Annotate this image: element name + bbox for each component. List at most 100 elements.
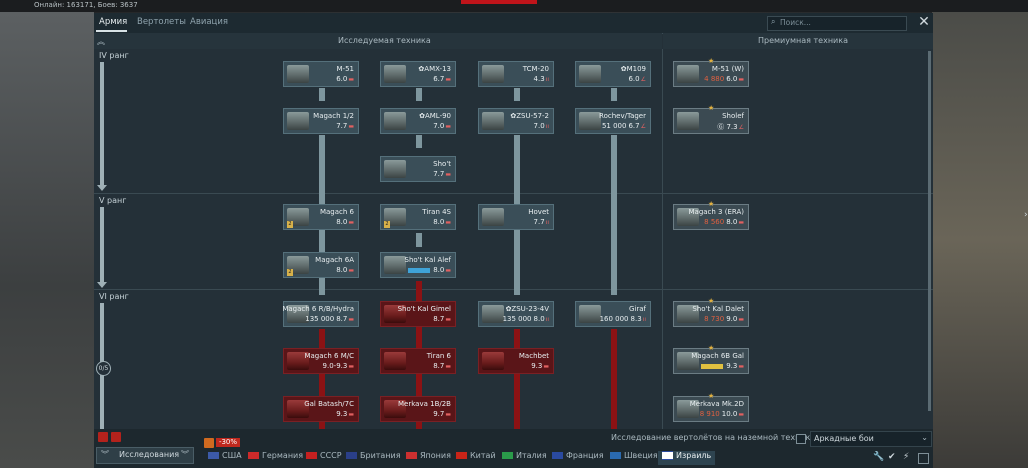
flag-icon	[208, 452, 219, 459]
squadron-icon[interactable]	[98, 432, 108, 442]
vehicle-card-magach6rbh[interactable]: Magach 6 R/B/Hydra 135 000 8.7▬	[282, 301, 359, 327]
vehicle-card-tiran6[interactable]: Tiran 6 8.7▬	[380, 348, 456, 374]
tree-connector	[319, 233, 325, 247]
vehicle-card-magach12[interactable]: Magach 1/2 7.7▬	[283, 108, 359, 134]
vehicle-card-m51w[interactable]: ★ M-51 (W) 4 880 6.0▬	[673, 57, 749, 87]
heli-research-checkbox[interactable]	[796, 434, 806, 444]
vehicle-card-m109[interactable]: ✿M109 6.0∠	[575, 61, 651, 87]
premium-icon: ★	[708, 392, 715, 400]
search-input[interactable]: ⌕ Поиск...	[767, 16, 907, 31]
clock-icon	[204, 438, 214, 448]
scrollbar[interactable]	[928, 51, 931, 411]
vehicle-card-shot[interactable]: Sho't 7.7▬	[380, 156, 456, 182]
vehicle-name: TCM-20	[522, 65, 549, 73]
research-button-label: Исследования	[119, 450, 180, 459]
rank-label-v[interactable]: V ранг	[99, 196, 126, 205]
vehicle-card-magach3era[interactable]: ★ Magach 3 (ERA) 8 560 8.0▬	[673, 200, 749, 230]
wrench-icon[interactable]: 🔧	[873, 452, 884, 462]
vehicle-card-shotkalgimel[interactable]: Sho't Kal Gimel 8.7▬	[380, 301, 456, 327]
research-progress-bar	[408, 267, 431, 273]
heli-research-label: Исследование вертолётов на наземной техн…	[611, 433, 816, 442]
vehicle-br: Ⓖ 7.3∠	[717, 123, 744, 131]
nation-tab-italy[interactable]: Италия	[502, 451, 547, 465]
premium-icon: ★	[708, 104, 715, 112]
vehicle-card-magach6bgal[interactable]: ★ Magach 6B Gal 9.3▬	[673, 344, 749, 374]
vehicle-card-zsu234v[interactable]: ✿ZSU-23-4V 135 000 8.0ıı	[478, 301, 554, 327]
tab-army[interactable]: Армия	[99, 17, 127, 27]
vehicle-name: ✿AML-90	[419, 112, 451, 120]
nation-tab-usa[interactable]: США	[208, 451, 242, 465]
side-expand-icon[interactable]: ›	[1024, 210, 1028, 220]
nation-tab-britain[interactable]: Британия	[346, 451, 401, 465]
vehicle-card-tiran45[interactable]: 2 Tiran 4S 8.0▬	[380, 204, 456, 230]
vehicle-card-magach6a[interactable]: 2 Magach 6A 8.0▬	[283, 252, 359, 278]
vehicle-card-rochev[interactable]: Rochev/Tager 51 000 6.7∠	[575, 108, 651, 134]
tree-connector	[514, 88, 520, 101]
premium-icon: ★	[708, 344, 715, 352]
tank-image	[384, 160, 406, 178]
vehicle-card-magach6[interactable]: 2 Magach 6 8.0▬	[283, 204, 359, 230]
spg-type-icon: ∠	[640, 76, 646, 83]
vehicle-card-galbatash[interactable]: Gal Batash/7C 9.3▬	[283, 396, 359, 422]
premium-header: Премиумная техника	[663, 33, 933, 49]
nation-tab-france[interactable]: Франция	[552, 451, 604, 465]
vehicle-card-shotkalalef[interactable]: Sho't Kal Alef 8.0▬	[380, 252, 456, 278]
square-toggle[interactable]	[918, 453, 929, 464]
collapse-all-icon[interactable]: ︽	[97, 36, 105, 47]
vehicle-name: ✿ZSU-57-2	[510, 112, 549, 120]
rank-progress-bar	[100, 62, 104, 186]
booster-icon[interactable]	[111, 432, 121, 442]
tank-image	[482, 112, 504, 130]
vehicle-card-shotkaldalet[interactable]: ★ Sho't Kal Dalet 8 730 9.0▬	[673, 297, 749, 327]
vehicle-card-tcm20[interactable]: TCM-20 4.3ıı	[478, 61, 554, 87]
nation-tab-japan[interactable]: Япония	[406, 451, 451, 465]
rank-counter: 0/5	[96, 361, 111, 376]
vehicle-card-sholef[interactable]: ★ Sholef Ⓖ 7.3∠	[673, 104, 749, 134]
vehicle-card-aml90[interactable]: ✿AML-90 7.0▬	[380, 108, 456, 134]
vehicle-name: Sho't Kal Alef	[404, 256, 452, 264]
vehicle-name: Tiran 6	[426, 352, 451, 360]
vehicle-card-merkava1b[interactable]: Merkava 1B/2B 9.7▬	[380, 396, 456, 422]
vehicle-card-m51[interactable]: M-51 6.0▬	[283, 61, 359, 87]
vehicle-card-merkavamk2d[interactable]: ★ Merkava Mk.2D 8 910 10.0▬	[673, 392, 749, 422]
tank-image	[384, 112, 406, 130]
tank-type-icon: ▬	[348, 76, 354, 83]
nation-tab-israel[interactable]: Израиль	[658, 451, 716, 465]
tab-helicopters[interactable]: Вертолеты	[137, 17, 186, 27]
vehicle-br: 9.3▬	[701, 362, 744, 370]
flag-icon	[502, 452, 513, 459]
search-placeholder: Поиск...	[780, 18, 811, 27]
vehicle-br: 8.7▬	[433, 362, 451, 370]
folder-count-badge: 2	[384, 221, 390, 228]
close-button[interactable]: ✕	[917, 14, 931, 30]
nation-tab-germany[interactable]: Германия	[248, 451, 303, 465]
vehicle-card-amx13[interactable]: ✿AMX-13 6.7▬	[380, 61, 456, 87]
vehicle-br: 51 000 6.7∠	[601, 122, 646, 130]
active-tab-underline	[96, 30, 127, 32]
checkmark-icon[interactable]: ✔	[888, 452, 896, 462]
vehicle-card-machbet[interactable]: Machbet 9.3▬	[478, 348, 554, 374]
vehicle-br: 8.0▬	[408, 266, 451, 274]
nation-tab-sweden[interactable]: Швеция	[610, 451, 658, 465]
vehicle-name: Magach 6	[319, 208, 354, 216]
tank-image	[287, 112, 309, 130]
discount-badge: -30%	[216, 438, 240, 447]
rank-label-iv[interactable]: IV ранг	[99, 51, 129, 60]
tank-image	[677, 112, 699, 130]
research-button[interactable]: ︾ Исследования ︾	[96, 447, 194, 464]
game-mode-select[interactable]: Аркадные бои ⌄	[810, 431, 932, 447]
vehicle-card-hovet[interactable]: Hovet 7.7ıı	[478, 204, 554, 230]
rank-label-vi[interactable]: VI ранг	[99, 292, 129, 301]
nation-tab-china[interactable]: Китай	[456, 451, 496, 465]
flag-icon	[610, 452, 621, 459]
vehicle-card-giraf[interactable]: Giraf 160 000 8.3ıı	[575, 301, 651, 327]
vehicle-name: Hovet	[528, 208, 549, 216]
game-mode-value: Аркадные бои	[814, 434, 874, 443]
vehicle-card-zsu572[interactable]: ✿ZSU-57-2 7.0ıı	[478, 108, 554, 134]
vehicle-card-magach6mc[interactable]: Magach 6 M/C 9.0-9.3▬	[283, 348, 359, 374]
folder-count-badge: 2	[287, 269, 293, 276]
nation-tab-ussr[interactable]: СССР	[306, 451, 342, 465]
premium-icon: ★	[708, 200, 715, 208]
tab-aviation[interactable]: Авиация	[190, 17, 228, 27]
filter-icon[interactable]: ⚡	[903, 452, 909, 462]
